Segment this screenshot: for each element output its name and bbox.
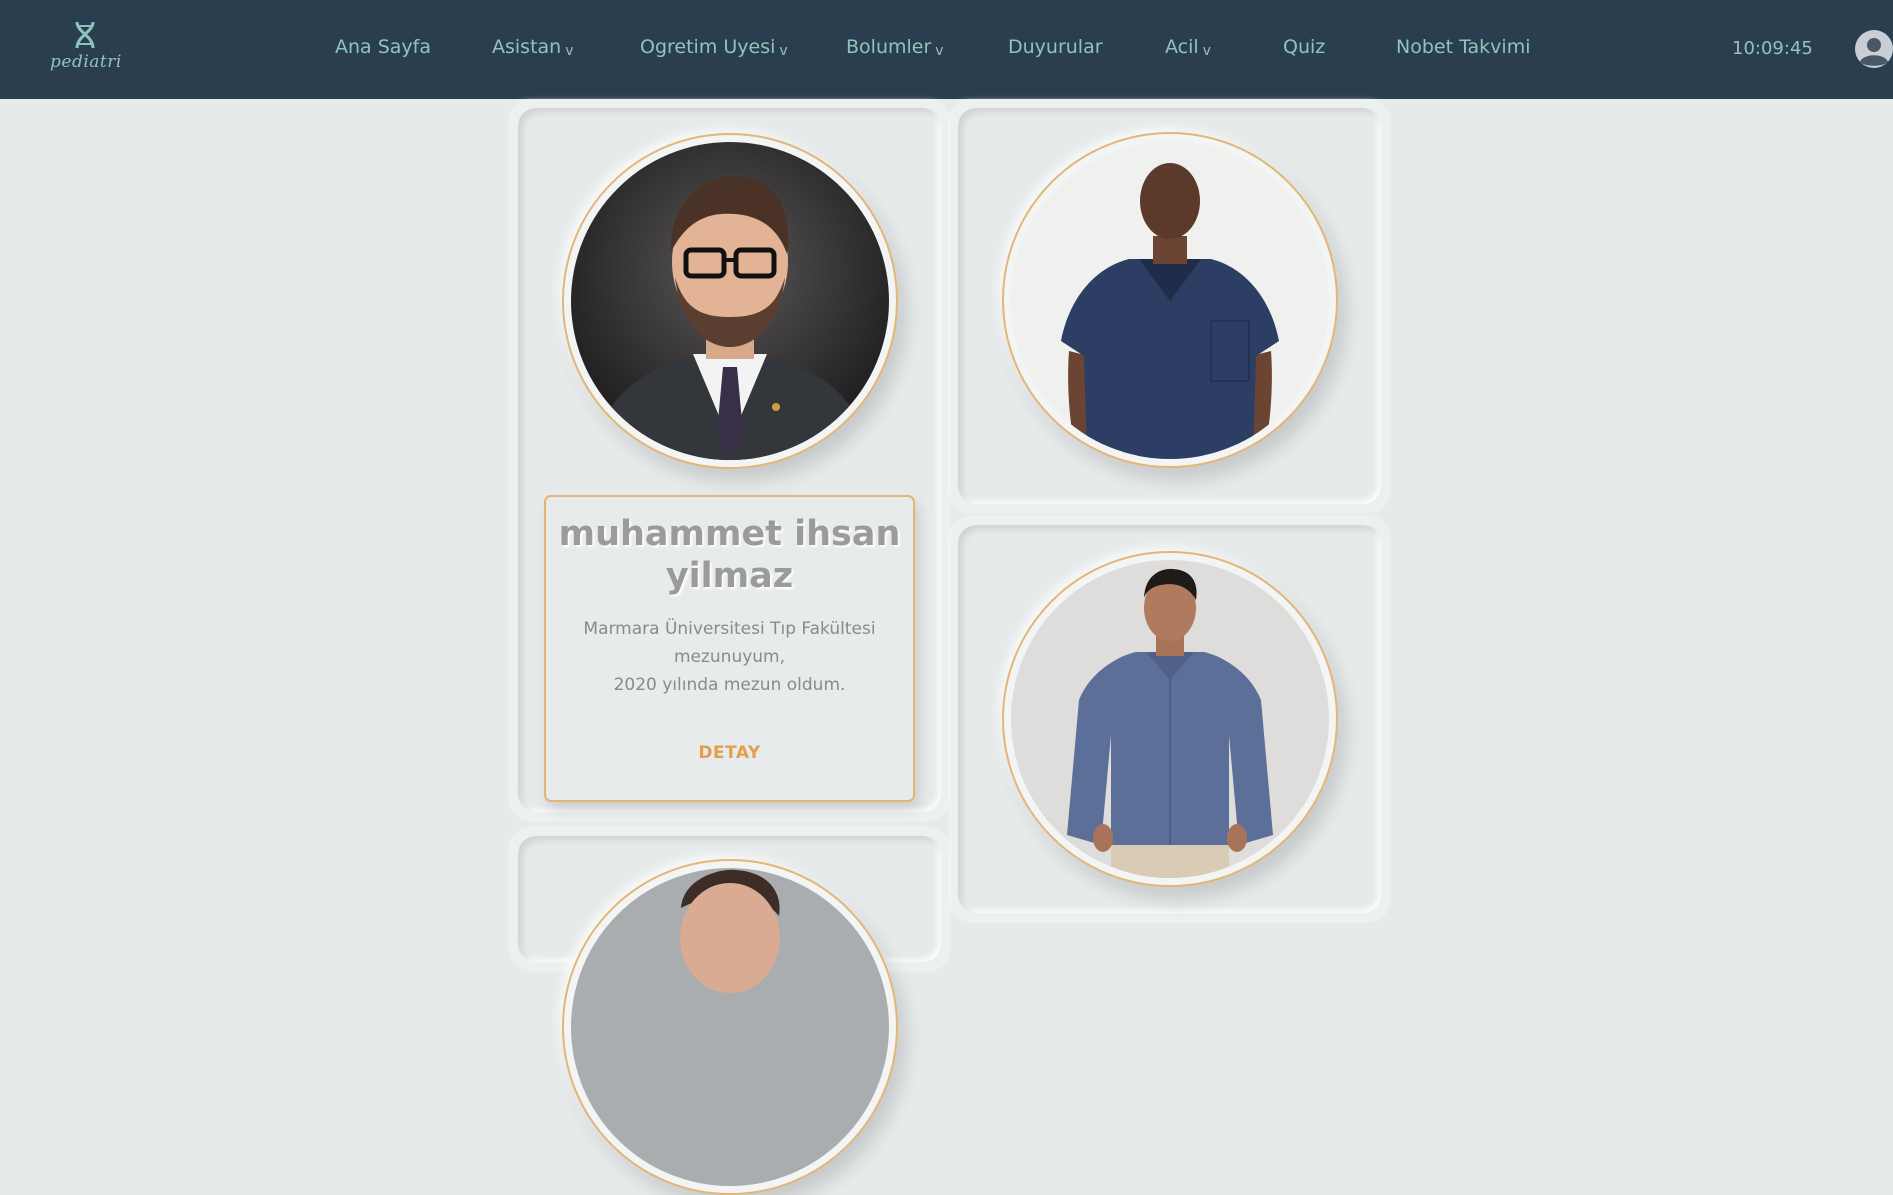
doctor-photo-frame (562, 859, 898, 1195)
nav-label: Nobet Takvimi (1396, 36, 1531, 58)
doctor-photo (1011, 141, 1329, 459)
detail-button[interactable]: DETAY (546, 743, 913, 763)
doctor-photo-frame (1002, 132, 1338, 468)
dna-icon (50, 20, 120, 50)
doctor-photo (571, 142, 889, 460)
bio-line: mezunuyum, (673, 647, 786, 667)
chevron-down-icon: v (565, 43, 574, 59)
chevron-down-icon: v (779, 43, 788, 59)
nav-bolumler[interactable]: Bolumler v (846, 36, 944, 62)
bio-line: Marmara Üniversitesi Tıp Fakültesi (583, 619, 876, 639)
clock: 10:09:45 (1732, 38, 1813, 59)
user-avatar-icon[interactable] (1855, 30, 1893, 68)
chevron-down-icon: v (935, 43, 944, 59)
doctor-photo-frame (1002, 551, 1338, 887)
doctor-info-box: muhammet ihsan yilmaz Marmara Üniversite… (544, 495, 915, 802)
nav-label: Asistan (492, 36, 562, 58)
bio-line: 2020 yılında mezun oldum. (613, 675, 846, 695)
nav-asistan[interactable]: Asistan v (492, 36, 574, 62)
top-navbar: pediatri Ana Sayfa Asistan v Ogretim Uyes… (0, 0, 1893, 99)
nav-label: Duyurular (1008, 36, 1103, 58)
nav-label: Ana Sayfa (335, 36, 432, 58)
doctor-photo (571, 868, 889, 1186)
logo-text: pediatri (50, 52, 122, 72)
site-logo[interactable]: pediatri (50, 20, 122, 82)
nav-label: Quiz (1283, 36, 1326, 58)
doctor-name: muhammet ihsan yilmaz (558, 514, 901, 596)
nav-label: Ogretim Uyesi (640, 36, 776, 58)
nav-acil[interactable]: Acil v (1165, 36, 1211, 62)
doctor-photo-frame (562, 133, 898, 469)
doctor-bio: Marmara Üniversitesi Tıp Fakültesi mezun… (566, 615, 893, 699)
nav-quiz[interactable]: Quiz (1283, 36, 1325, 62)
nav-label: Acil (1165, 36, 1199, 58)
nav-ogretim-uyesi[interactable]: Ogretim Uyesi v (640, 36, 788, 62)
nav-nobet-takvimi[interactable]: Nobet Takvimi (1396, 36, 1531, 62)
nav-label: Bolumler (846, 36, 932, 58)
doctor-photo (1011, 560, 1329, 878)
nav-duyurular[interactable]: Duyurular (1008, 36, 1103, 62)
nav-ana-sayfa[interactable]: Ana Sayfa (335, 36, 431, 62)
chevron-down-icon: v (1202, 43, 1211, 59)
